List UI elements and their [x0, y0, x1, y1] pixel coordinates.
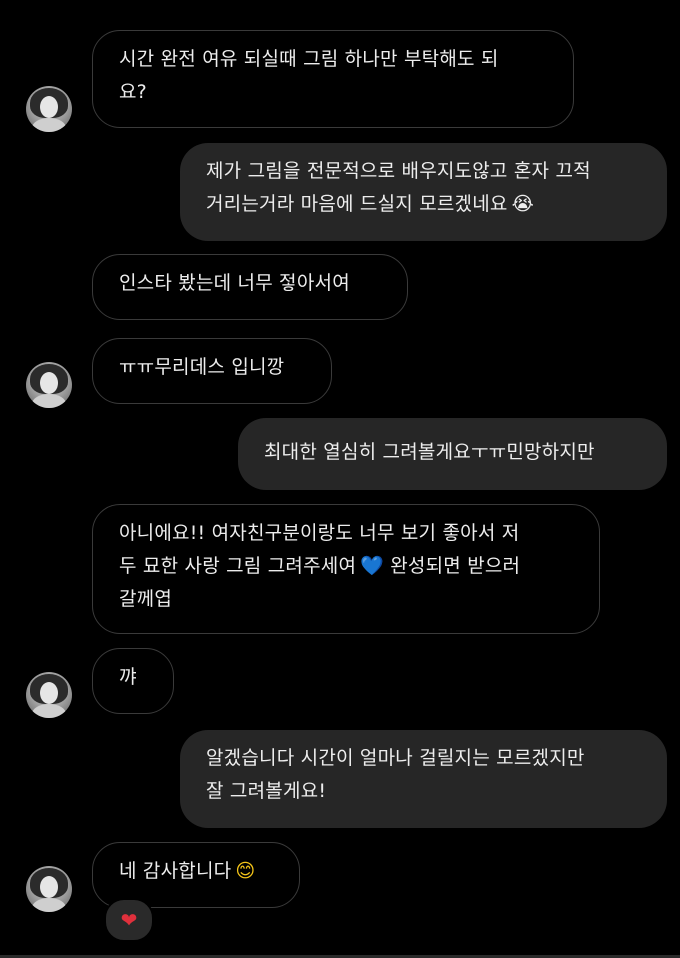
message-bubble-incoming[interactable]: 꺄: [92, 648, 174, 714]
smiling-face-icon: 😊: [235, 860, 256, 882]
message-text-line: 갈께엽: [119, 588, 173, 610]
crying-face-icon: 😭: [511, 193, 535, 215]
message-text-line: 알겠습니다 시간이 얼마나 걸릴지는 모르겠지만: [206, 747, 585, 769]
message-bubble-incoming[interactable]: 인스타 봤는데 너무 젛아서여: [92, 254, 408, 320]
message-text-line: 두 묘한 사랑 그림 그려주세여 💙 완성되면 받으러: [119, 550, 573, 583]
message-text-line: 제가 그림을 전문적으로 배우지도않고 혼자 끄적: [206, 160, 591, 182]
blue-heart-icon: 💙: [360, 555, 384, 577]
message-text-line: 네 감사합니다 😊: [119, 855, 273, 888]
message-bubble-outgoing[interactable]: 알겠습니다 시간이 얼마나 걸릴지는 모르겠지만 잘 그려볼게요!: [180, 730, 667, 828]
message-text-line: 요?: [119, 81, 147, 103]
message-text-line: 꺄: [119, 666, 137, 688]
profile-avatar[interactable]: [26, 866, 72, 912]
message-bubble-outgoing[interactable]: 최대한 열심히 그려볼게요ㅜㅠ민망하지만: [238, 418, 667, 490]
message-text-line: 잘 그려볼게요!: [206, 780, 327, 802]
message-bubble-incoming[interactable]: ㅠㅠ무리데스 입니깡: [92, 338, 332, 404]
message-text-line: 최대한 열심히 그려볼게요ㅜㅠ민망하지만: [264, 441, 595, 463]
heart-reaction[interactable]: ❤: [104, 898, 154, 942]
message-text-line: ㅠㅠ무리데스 입니깡: [119, 356, 285, 378]
message-text-line: 시간 완전 여유 되실때 그림 하나만 부탁해도 되: [119, 48, 499, 70]
message-text-line: 아니에요!! 여자친구분이랑도 너무 보기 좋아서 저: [119, 522, 520, 544]
profile-avatar[interactable]: [26, 672, 72, 718]
profile-avatar[interactable]: [26, 86, 72, 132]
message-bubble-incoming[interactable]: 시간 완전 여유 되실때 그림 하나만 부탁해도 되 요?: [92, 30, 574, 128]
message-bubble-incoming[interactable]: 아니에요!! 여자친구분이랑도 너무 보기 좋아서 저 두 묘한 사랑 그림 그…: [92, 504, 600, 634]
message-bubble-outgoing[interactable]: 제가 그림을 전문적으로 배우지도않고 혼자 끄적 거리는거라 마음에 드실지 …: [180, 143, 667, 241]
message-text-line: 인스타 봤는데 너무 젛아서여: [119, 272, 350, 294]
profile-avatar[interactable]: [26, 362, 72, 408]
message-text-line: 거리는거라 마음에 드실지 모르겠네요 😭: [206, 188, 641, 221]
red-heart-icon: ❤: [120, 908, 138, 932]
